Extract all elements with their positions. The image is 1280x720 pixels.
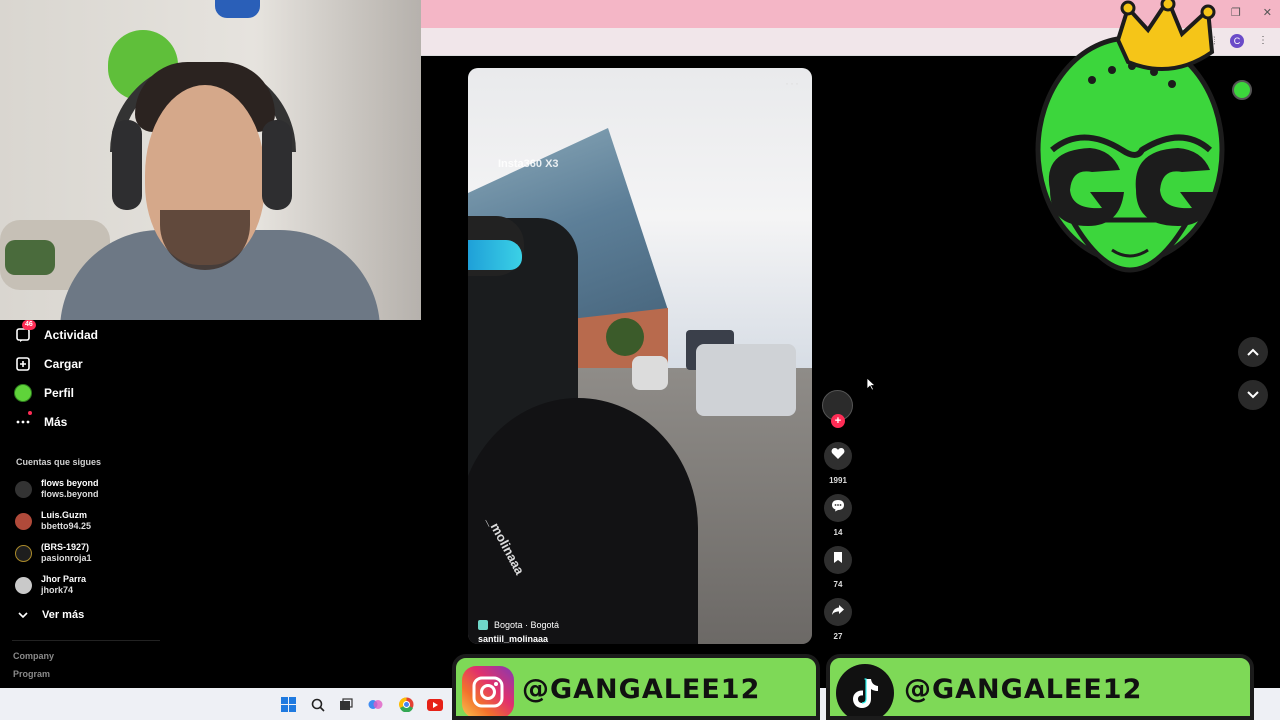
following-title: Cuentas que sigues [16, 457, 102, 467]
webcam-feed [0, 0, 421, 320]
video-player[interactable]: Insta360 X3 _molinaaa ··· Bogota · Bogot… [468, 68, 812, 644]
tiktok-icon [836, 664, 894, 716]
save-button[interactable] [824, 546, 852, 574]
share-count: 27 [833, 632, 843, 641]
comment-button[interactable] [824, 494, 852, 522]
copilot-icon[interactable] [367, 696, 384, 713]
sidebar-item-label: Perfil [44, 386, 75, 400]
sidebar-item-perfil[interactable]: Perfil [14, 384, 74, 402]
avatar [15, 480, 32, 498]
search-icon[interactable] [309, 696, 326, 713]
chevron-up-icon [1247, 343, 1259, 361]
see-more-button[interactable]: Ver más [18, 609, 84, 621]
footer-link-program[interactable]: Program [13, 669, 50, 679]
share-icon [831, 603, 845, 621]
divider [12, 640, 160, 641]
next-video-button[interactable] [1238, 380, 1268, 410]
mouse-cursor-icon [866, 377, 877, 396]
comment-icon [831, 499, 845, 517]
windows-start-icon[interactable] [280, 696, 297, 713]
suv [696, 344, 796, 416]
youtube-icon[interactable] [426, 696, 443, 713]
location-tag[interactable]: Bogota · Bogotá [478, 620, 559, 630]
chrome-icon[interactable] [398, 696, 415, 713]
sidebar-item-actividad[interactable]: 46 Actividad [14, 320, 99, 344]
chevron-down-icon [18, 609, 28, 621]
instagram-icon [462, 666, 514, 716]
alien-mascot-logo [1032, 0, 1268, 300]
activity-icon: 46 [14, 320, 36, 344]
task-view-icon[interactable] [337, 696, 354, 713]
activity-badge: 46 [22, 320, 36, 330]
more-dots-icon [14, 411, 32, 431]
sidebar-item-label: Más [44, 415, 68, 429]
following-account[interactable]: Jhor Parra jhork74 [15, 574, 86, 596]
upload-icon [14, 355, 32, 373]
blue-toy [215, 0, 260, 18]
following-account[interactable]: (BRS-1927) pasionroja1 [15, 542, 92, 564]
footer-link-company[interactable]: Company [13, 651, 54, 661]
location-icon [478, 620, 488, 630]
following-account[interactable]: flows beyond flows.beyond [15, 478, 99, 500]
avatar [15, 576, 32, 594]
sidebar-item-label: Actividad [44, 328, 99, 342]
video-watermark: Insta360 X3 [498, 158, 559, 170]
avatar [15, 512, 32, 530]
instagram-banner: @GANGALEE12 [452, 654, 820, 720]
video-author[interactable]: santiil_molinaaa [478, 634, 548, 644]
like-count: 1991 [829, 476, 847, 485]
follow-button[interactable]: + [831, 414, 845, 428]
sidebar-item-cargar[interactable]: Cargar [14, 355, 83, 373]
profile-avatar-icon [14, 384, 32, 402]
bookmark-icon [833, 551, 843, 569]
sidebar-item-mas[interactable]: Más [14, 411, 68, 431]
heart-icon [831, 447, 845, 465]
share-button[interactable] [824, 598, 852, 626]
tiktok-banner: @GANGALEE12 [826, 654, 1254, 720]
instagram-handle: @GANGALEE12 [522, 674, 761, 705]
sidebar-item-label: Cargar [44, 357, 83, 371]
comment-count: 14 [833, 528, 843, 537]
previous-video-button[interactable] [1238, 337, 1268, 367]
save-count: 74 [833, 580, 843, 589]
tiktok-sidebar: 46 Actividad Cargar Perfil Más Cuentas q… [0, 320, 421, 688]
video-more-button[interactable]: ··· [785, 76, 800, 90]
like-button[interactable] [824, 442, 852, 470]
chevron-down-icon [1247, 386, 1259, 404]
avatar [15, 544, 32, 562]
tiktok-handle: @GANGALEE12 [904, 674, 1143, 705]
following-account[interactable]: Luis.Guzm bbetto94.25 [15, 510, 91, 532]
